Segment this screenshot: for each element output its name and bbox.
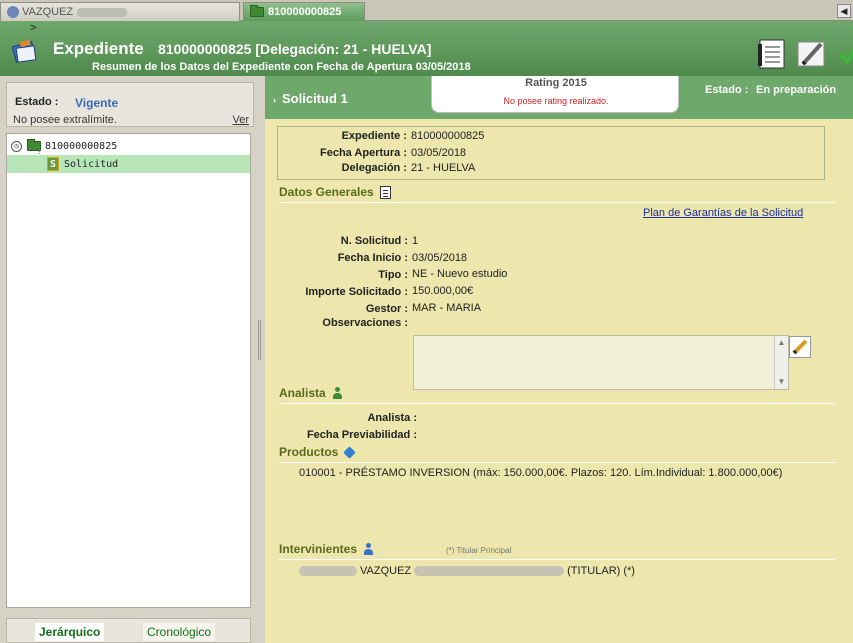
tree-node-label: Solicitud [64, 158, 119, 170]
intervinientes-title: Intervinientes [279, 542, 374, 556]
view-tabs: Jerárquico Cronológico [6, 618, 251, 643]
delegacion-value: 21 - HUELVA [411, 162, 476, 174]
redacted-text [414, 566, 565, 576]
expediente-label: Expediente : [341, 130, 407, 142]
fecha-inicio-label: Fecha Inicio : [337, 252, 408, 264]
productos-section: Productos [279, 445, 835, 463]
user-icon [7, 6, 19, 18]
analista-title-label: Analista [279, 386, 326, 400]
delegacion-label: Delegación : [341, 162, 407, 174]
fecha-apertura-value: 03/05/2018 [411, 147, 467, 159]
tipo-label: Tipo : [378, 269, 408, 281]
n-solicitud-label: N. Solicitud : [340, 235, 408, 247]
fecha-inicio-value: 03/05/2018 [412, 252, 468, 264]
tipo-value: NE - Nuevo estudio [412, 268, 508, 280]
document-list-icon[interactable] [756, 38, 788, 70]
product-box-icon [343, 445, 357, 459]
tab-cronologico[interactable]: Cronológico [143, 623, 216, 641]
n-solicitud-value: 1 [412, 235, 419, 247]
observaciones-textarea[interactable]: ▲ ▼ [413, 335, 789, 390]
tab-jerarquico[interactable]: Jerárquico [35, 623, 105, 641]
edit-pencil-icon[interactable] [795, 38, 827, 70]
window-tab-strip: VAZQUEZ 810000000825 ◀ [0, 0, 853, 21]
solicitud-estado-value: En preparación [756, 84, 837, 96]
titular-principal-note: (*) Titular Principal [446, 546, 512, 555]
estado-label: Estado : [15, 96, 59, 108]
scroll-up-icon[interactable]: ▲ [775, 338, 788, 347]
tab-solicitud-1[interactable]: › Solicitud 1 [273, 91, 348, 106]
document-icon[interactable] [379, 185, 391, 199]
pencil-icon [792, 339, 808, 355]
solicitud-bar: › Solicitud 1 Rating 2015 No posee rating… [265, 76, 853, 119]
rating-box: Rating 2015 No posee rating realizado. [431, 76, 679, 113]
expediente-id-title: 810000000825 [Delegación: 21 - HUELVA] [158, 41, 432, 57]
person-icon [363, 543, 374, 555]
tree-node-solicitud[interactable]: S Solicitud [7, 155, 250, 173]
gestor-label: Gestor : [365, 303, 408, 315]
folder-icon [250, 5, 264, 17]
scroll-down-icon[interactable]: ▼ [775, 377, 788, 386]
fecha-previabilidad-label: Fecha Previabilidad : [306, 429, 417, 441]
tab-solicitud-label: Solicitud 1 [282, 91, 348, 106]
intervinientes-section: Intervinientes [279, 542, 835, 560]
tree-node-expediente[interactable]: ◷ 810000000825 [7, 137, 250, 155]
edit-observaciones-button[interactable] [789, 336, 811, 358]
datos-generales-label: Datos Generales [279, 185, 374, 199]
datos-generales-section: Datos Generales [279, 185, 835, 203]
solicitud-estado-label: Estado : [705, 84, 749, 96]
fecha-apertura-label: Fecha Apertura : [319, 147, 407, 159]
left-panel: Estado : Vigente No posee extralímite. V… [0, 76, 262, 643]
expediente-value: 810000000825 [411, 130, 485, 142]
plan-garantias-link[interactable]: Plan de Garantías de la Solicitud [643, 207, 803, 219]
tab-client[interactable]: VAZQUEZ [0, 2, 240, 21]
panel-splitter-handle[interactable] [258, 320, 261, 360]
tab-expediente[interactable]: 810000000825 [243, 2, 365, 21]
expediente-logo-icon [11, 39, 37, 63]
interviniente-role: (TITULAR) (*) [567, 565, 635, 577]
estado-box: Estado : Vigente No posee extralímite. V… [6, 82, 254, 127]
observaciones-label: Observaciones : [322, 317, 408, 329]
extralimite-text: No posee extralímite. [13, 114, 117, 126]
redacted-text [299, 566, 357, 576]
analista-section: Analista [279, 386, 835, 404]
rating-value: No posee rating realizado. [503, 96, 609, 106]
estado-value: Vigente [75, 96, 119, 110]
productos-title-label: Productos [279, 445, 339, 459]
expediente-summary: Resumen de los Datos del Expediente con … [92, 61, 471, 73]
importe-value: 150.000,00€ [412, 285, 474, 297]
expediente-tree: ◷ 810000000825 S Solicitud [6, 133, 251, 608]
header-caret: > [30, 22, 37, 34]
chevron-right-icon: › [273, 95, 276, 105]
tab-scroll-button[interactable]: ◀ [837, 4, 851, 18]
datos-generales-title: Datos Generales [279, 185, 391, 199]
expediente-info-box: Expediente : 810000000825 Fecha Apertura… [277, 126, 825, 180]
textarea-scrollbar[interactable]: ▲ ▼ [774, 336, 788, 389]
page-header: > Expediente 810000000825 [Delegación: 2… [0, 21, 853, 76]
interviniente-name: VAZQUEZ [360, 565, 412, 577]
main-panel: › Solicitud 1 Rating 2015 No posee rating… [265, 76, 853, 643]
gestor-value: MAR - MARIA [412, 302, 482, 314]
importe-label: Importe Solicitado : [305, 286, 408, 298]
collapse-icon[interactable]: ◷ [11, 140, 22, 152]
tab-client-label: VAZQUEZ [22, 6, 74, 18]
solicitud-icon: S [47, 157, 59, 171]
analista-label: Analista : [367, 412, 417, 424]
person-icon [332, 387, 342, 399]
analista-title: Analista [279, 386, 342, 400]
productos-title: Productos [279, 445, 357, 459]
interviniente-row[interactable]: VAZQUEZ (TITULAR) (*) [299, 565, 635, 577]
page-title: Expediente [53, 39, 144, 58]
producto-item: 010001 - PRÉSTAMO INVERSION (máx: 150.00… [299, 467, 783, 479]
redacted-text [77, 7, 128, 17]
intervinientes-title-label: Intervinientes [279, 542, 358, 556]
tab-expediente-label: 810000000825 [268, 6, 342, 18]
rating-title: Rating 2015 [525, 77, 587, 89]
check-icon[interactable] [833, 38, 853, 70]
tree-node-label: 810000000825 [45, 140, 118, 152]
ver-link[interactable]: Ver [232, 114, 249, 126]
